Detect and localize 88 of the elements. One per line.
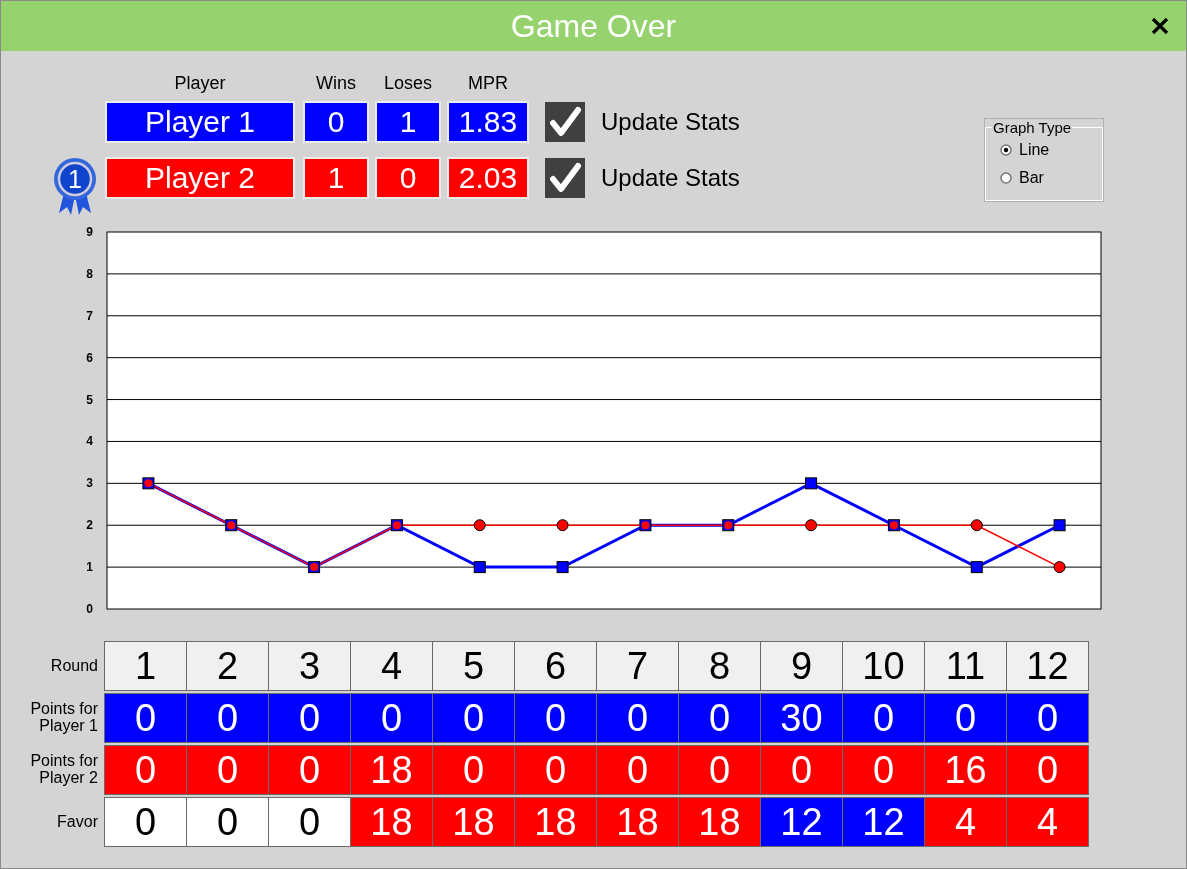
score-cell: 0 xyxy=(268,693,351,743)
y-tick-label: 1 xyxy=(86,560,93,575)
y-tick-label: 2 xyxy=(86,518,93,533)
round-number: 1 xyxy=(104,641,187,691)
score-cell: 0 xyxy=(678,693,761,743)
player-name: Player 2 xyxy=(105,157,295,199)
y-tick-label: 9 xyxy=(86,225,93,239)
round-number: 8 xyxy=(678,641,761,691)
score-cell: 0 xyxy=(514,745,597,795)
score-cell: 0 xyxy=(350,693,433,743)
y-tick-label: 6 xyxy=(86,350,93,365)
score-cell: 0 xyxy=(760,745,843,795)
checkbox[interactable] xyxy=(545,102,585,142)
y-tick-label: 5 xyxy=(86,392,93,407)
score-cell: 0 xyxy=(678,745,761,795)
column-header: MPR xyxy=(467,72,509,94)
mpr-value: 2.03 xyxy=(447,157,529,199)
score-cell: 18 xyxy=(350,745,433,795)
score-cell: 18 xyxy=(678,797,761,847)
score-cell: 0 xyxy=(104,797,187,847)
round-number: 4 xyxy=(350,641,433,691)
player-name: Player 1 xyxy=(105,101,295,143)
score-cell: 12 xyxy=(842,797,925,847)
window-title: Game Over xyxy=(510,7,677,45)
y-tick-label: 4 xyxy=(86,434,93,449)
score-cell: 18 xyxy=(432,797,515,847)
loses-value: 1 xyxy=(375,101,441,143)
mpr-value: 1.83 xyxy=(447,101,529,143)
round-number: 6 xyxy=(514,641,597,691)
score-cell: 4 xyxy=(1006,797,1089,847)
data-point xyxy=(805,519,818,532)
wins-value: 0 xyxy=(303,101,369,143)
round-number: 12 xyxy=(1006,641,1089,691)
score-cell: 0 xyxy=(186,693,269,743)
row-label: Favor xyxy=(56,811,98,832)
round-number: 10 xyxy=(842,641,925,691)
group-title: Graph Type xyxy=(992,119,1073,136)
row-label: Points for Player 2 xyxy=(29,751,98,788)
row-label: Points for Player 1 xyxy=(29,699,98,736)
loses-value: 0 xyxy=(375,157,441,199)
score-cell: 18 xyxy=(350,797,433,847)
round-number: 11 xyxy=(924,641,1007,691)
score-cell: 0 xyxy=(432,693,515,743)
column-header: Player xyxy=(173,72,227,94)
score-cell: 0 xyxy=(842,693,925,743)
round-number: 2 xyxy=(186,641,269,691)
radio-icon[interactable] xyxy=(1000,172,1012,184)
score-cell: 0 xyxy=(186,797,269,847)
score-cell: 0 xyxy=(186,745,269,795)
checkbox-label: Update Stats xyxy=(601,108,740,136)
row-label: Round xyxy=(49,655,98,676)
score-cell: 0 xyxy=(514,693,597,743)
column-header: Loses xyxy=(382,72,433,94)
score-cell: 0 xyxy=(104,693,187,743)
score-cell: 0 xyxy=(842,745,925,795)
round-number: 5 xyxy=(432,641,515,691)
checkbox[interactable] xyxy=(545,158,585,198)
y-tick-label: 7 xyxy=(86,308,93,323)
score-cell: 0 xyxy=(268,745,351,795)
y-tick-label: 8 xyxy=(86,266,93,281)
score-cell: 12 xyxy=(760,797,843,847)
score-cell: 0 xyxy=(1006,693,1089,743)
close-icon[interactable] xyxy=(1150,16,1170,36)
score-cell: 0 xyxy=(268,797,351,847)
column-header: Wins xyxy=(315,72,357,94)
y-tick-label: 0 xyxy=(86,602,93,616)
wins-value: 1 xyxy=(303,157,369,199)
score-cell: 0 xyxy=(596,693,679,743)
radio-option[interactable]: Bar xyxy=(1000,164,1102,192)
score-cell: 16 xyxy=(924,745,1007,795)
score-cell: 30 xyxy=(760,693,843,743)
y-tick-label: 3 xyxy=(86,476,93,491)
score-cell: 4 xyxy=(924,797,1007,847)
round-number: 7 xyxy=(596,641,679,691)
radio-icon[interactable] xyxy=(1000,144,1012,156)
radio-option[interactable]: Line xyxy=(1000,136,1102,164)
score-cell: 0 xyxy=(1006,745,1089,795)
data-point xyxy=(556,519,569,532)
score-cell: 0 xyxy=(596,745,679,795)
round-number: 3 xyxy=(268,641,351,691)
round-number: 9 xyxy=(760,641,843,691)
score-cell: 0 xyxy=(104,745,187,795)
score-cell: 18 xyxy=(514,797,597,847)
data-point xyxy=(473,519,486,532)
score-cell: 0 xyxy=(432,745,515,795)
checkbox-label: Update Stats xyxy=(601,164,740,192)
score-cell: 0 xyxy=(924,693,1007,743)
score-cell: 18 xyxy=(596,797,679,847)
